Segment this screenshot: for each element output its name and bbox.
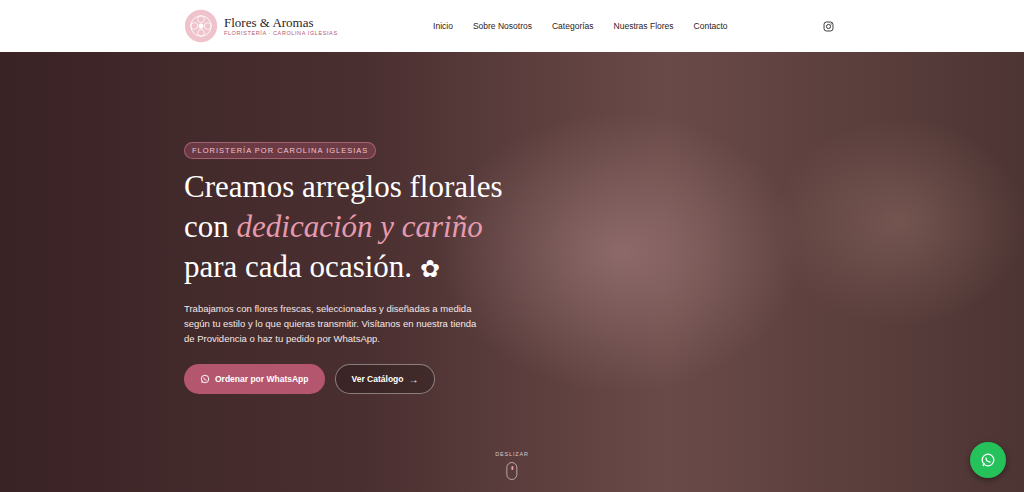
heading-emphasis: dedicación y cariño [237,209,483,244]
flower-glyph: ✿ [420,256,440,282]
whatsapp-float-button[interactable] [970,442,1006,478]
button-label: Ordenar por WhatsApp [215,374,309,384]
whatsapp-order-button[interactable]: Ordenar por WhatsApp [184,364,325,394]
hero: FLORISTERÍA POR CAROLINA IGLESIAS Creamo… [0,52,1024,492]
hero-description: Trabajamos con flores frescas, seleccion… [184,301,484,346]
nav-link[interactable]: Inicio [433,21,453,31]
arrow-icon: → [408,374,418,385]
nav-link[interactable]: Contacto [694,21,728,31]
hero-badge: FLORISTERÍA POR CAROLINA IGLESIAS [184,142,376,159]
heading-line: para cada ocasión. ✿ [184,247,503,289]
site-header: Flores & Aromas FLORISTERÍA · CAROLINA I… [0,0,1024,52]
logo-subtitle: FLORISTERÍA · CAROLINA IGLESIAS [224,30,338,36]
instagram-link[interactable] [823,21,834,32]
page: Flores & Aromas FLORISTERÍA · CAROLINA I… [0,0,1024,492]
logo[interactable]: Flores & Aromas FLORISTERÍA · CAROLINA I… [184,9,338,43]
nav-link[interactable]: Sobre Nosotros [473,21,532,31]
scroll-hint-text: DESLIZAR [495,451,528,457]
hero-photo [0,52,1024,492]
nav-link[interactable]: Categorías [552,21,594,31]
scroll-hint[interactable]: DESLIZAR [495,451,528,480]
logo-text: Flores & Aromas FLORISTERÍA · CAROLINA I… [224,16,338,36]
flower-logo-icon [184,9,218,43]
logo-title: Flores & Aromas [224,16,338,30]
instagram-icon [823,21,834,32]
catalog-button[interactable]: Ver Catálogo → [335,364,436,394]
whatsapp-icon [200,374,210,384]
mouse-icon [506,462,517,480]
heading-line: Creamos arreglos florales [184,167,503,207]
button-label: Ver Catálogo [352,374,404,384]
heading-line: con dedicación y cariño [184,207,503,247]
hero-buttons: Ordenar por WhatsApp Ver Catálogo → [184,364,435,394]
hero-content: FLORISTERÍA POR CAROLINA IGLESIAS Creamo… [184,142,503,394]
nav-link[interactable]: Nuestras Flores [614,21,674,31]
whatsapp-icon [980,452,996,468]
main-nav: Inicio Sobre Nosotros Categorías Nuestras F… [433,21,728,31]
hero-heading: Creamos arreglos florales con dedicación… [184,167,503,289]
